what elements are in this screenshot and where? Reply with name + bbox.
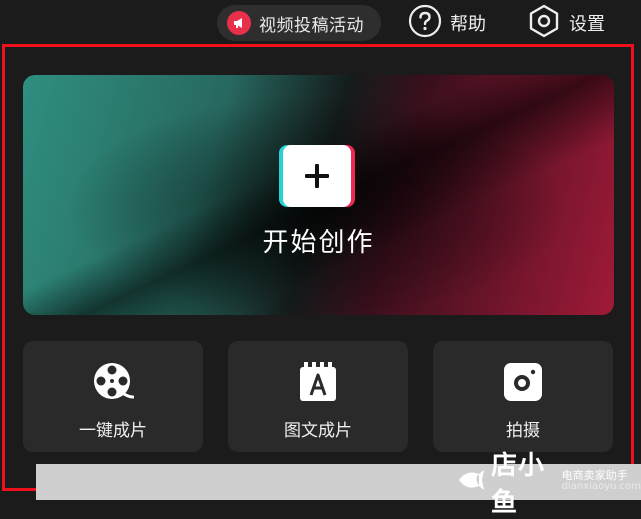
top-bar: 视频投稿活动 帮助 设置 xyxy=(0,0,641,46)
film-reel-icon xyxy=(23,361,203,403)
tool-label: 一键成片 xyxy=(79,421,147,441)
watermark: 店小鱼 电商卖家助手 dianxiaoyu.com xyxy=(455,451,641,518)
gear-icon xyxy=(527,4,561,42)
help-button[interactable]: 帮助 xyxy=(408,4,486,42)
plus-icon[interactable] xyxy=(283,145,351,207)
start-creating-label: 开始创作 xyxy=(262,228,375,258)
video-submission-activity-button[interactable]: 视频投稿活动 xyxy=(217,5,381,41)
question-circle-icon xyxy=(408,4,442,42)
tool-label: 图文成片 xyxy=(284,421,352,441)
start-creating-banner[interactable]: 开始创作 xyxy=(23,75,614,315)
one-click-video-button[interactable]: 一键成片 xyxy=(23,341,203,452)
text-to-video-button[interactable]: 图文成片 xyxy=(228,341,408,452)
camera-icon xyxy=(433,361,613,403)
megaphone-icon xyxy=(227,11,251,35)
watermark-domain: dianxiaoyu.com xyxy=(561,481,641,493)
help-label: 帮助 xyxy=(450,14,486,35)
tool-label: 拍摄 xyxy=(506,421,540,441)
activity-label: 视频投稿活动 xyxy=(259,15,364,36)
watermark-text: 电商卖家助手 dianxiaoyu.com xyxy=(562,470,641,492)
shoot-button[interactable]: 拍摄 xyxy=(433,341,613,452)
settings-button[interactable]: 设置 xyxy=(527,4,605,42)
fish-logo-icon xyxy=(455,465,485,499)
text-card-icon xyxy=(228,361,408,403)
settings-label: 设置 xyxy=(569,14,605,35)
watermark-brand: 店小鱼 xyxy=(491,450,546,518)
